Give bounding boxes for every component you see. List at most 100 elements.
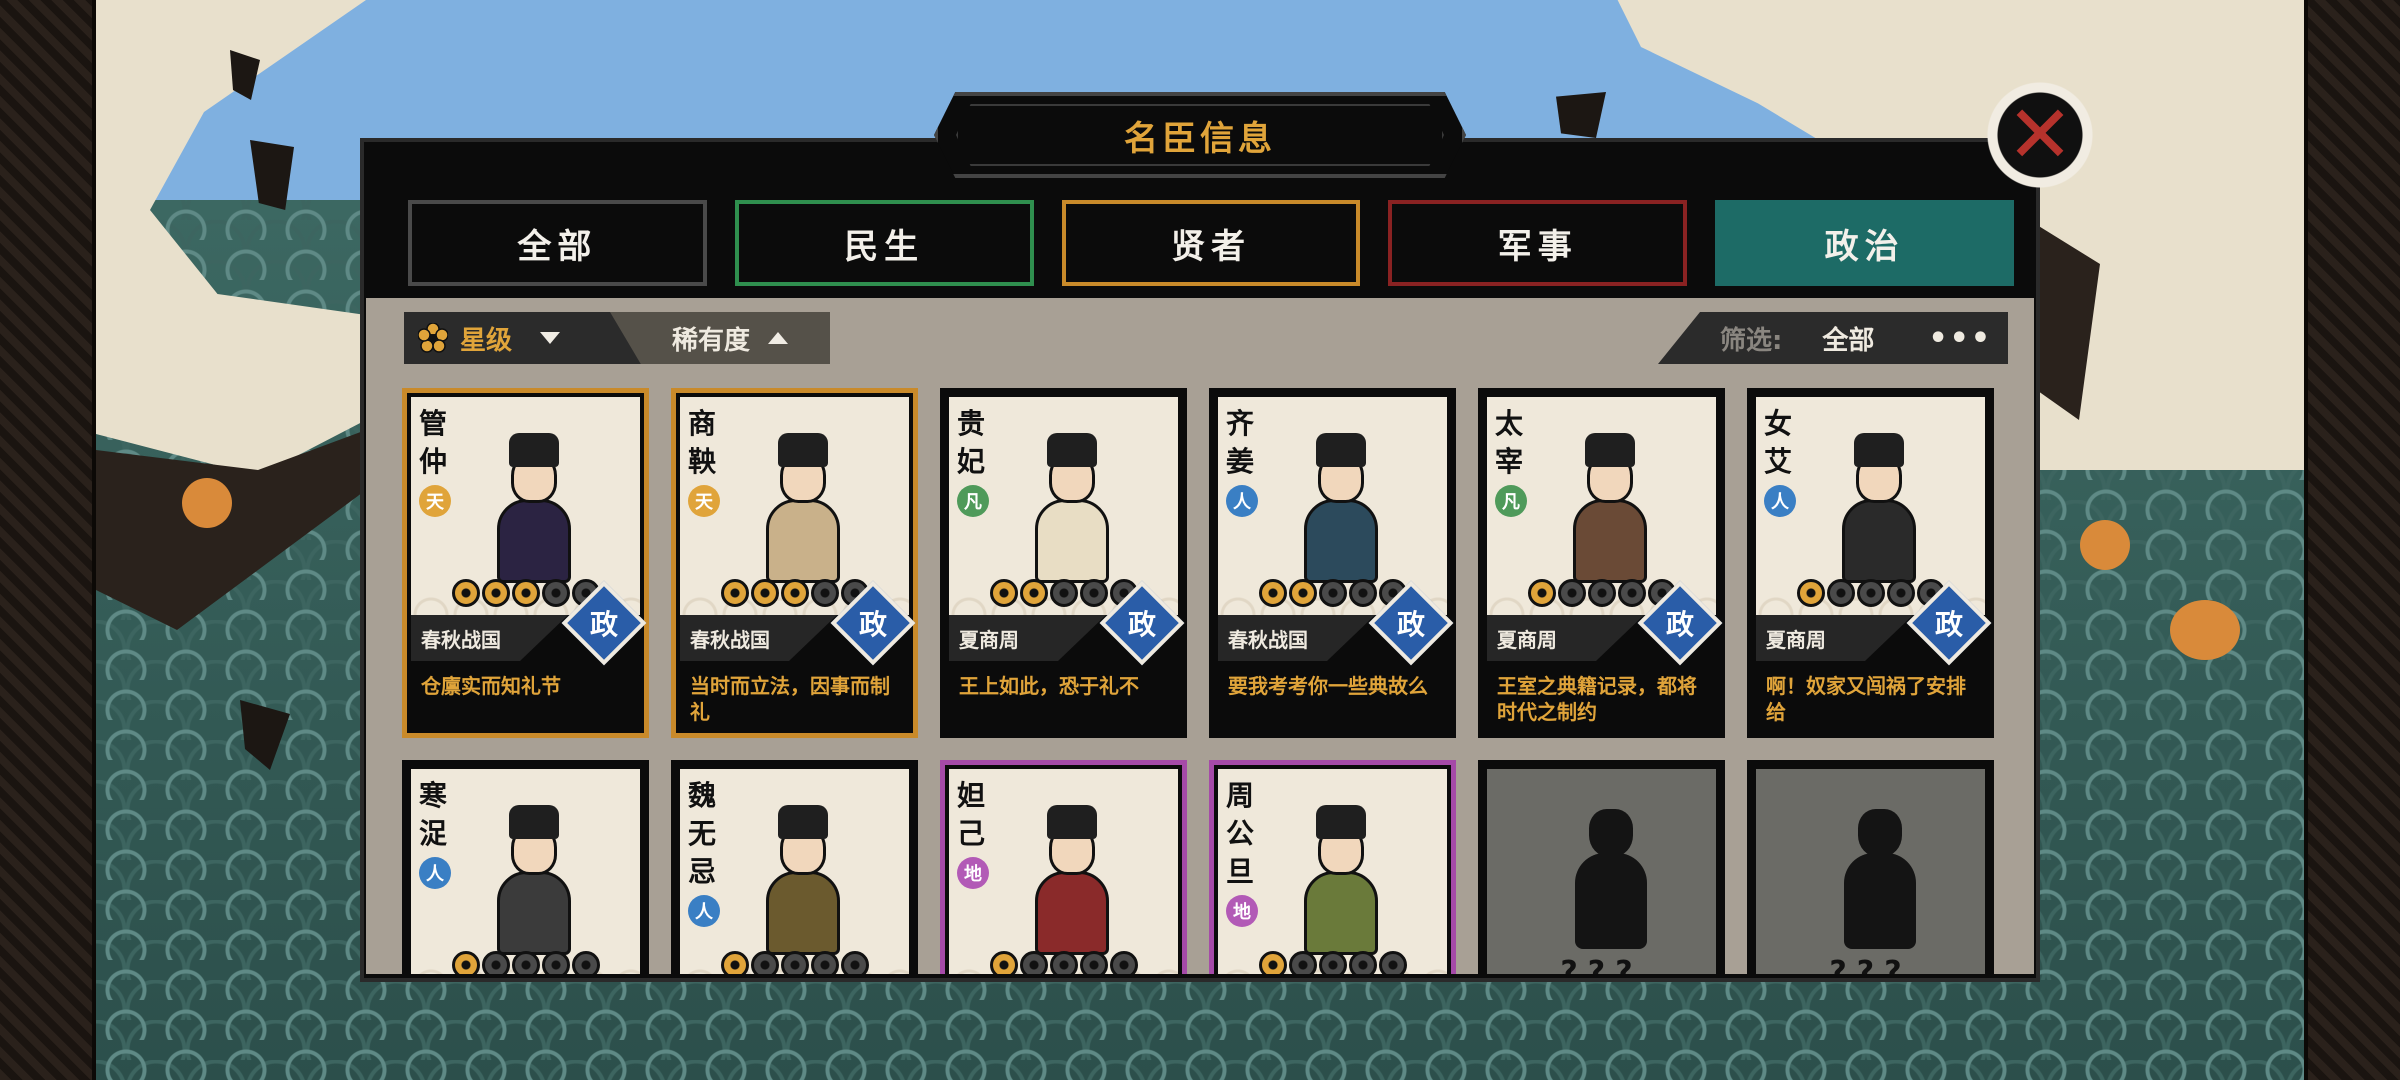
star-empty-icon <box>571 951 600 974</box>
star-empty-icon <box>1049 951 1078 974</box>
autumn-tree <box>2080 520 2130 570</box>
rank-badge: 人 <box>1226 485 1258 517</box>
minister-quote: 啊！奴家又闯祸了安排给 <box>1766 674 1966 724</box>
tab-politics[interactable]: 政治 <box>1715 200 2014 286</box>
star-empty-icon <box>750 951 779 974</box>
star-filled-icon <box>451 579 480 607</box>
minister-card[interactable]: 管仲天春秋战国 政仓廪实而知礼节 <box>402 388 649 738</box>
era-label: 春秋战国 <box>690 627 770 652</box>
star-empty-icon <box>810 579 839 607</box>
star-empty-icon <box>810 951 839 974</box>
unknown-name: ??? <box>1829 955 1912 974</box>
card-portrait: ??? <box>1487 769 1716 974</box>
sort-rarity-label: 稀有度 <box>671 325 750 356</box>
rank-badge: 地 <box>957 857 989 889</box>
flower-icon <box>418 323 448 353</box>
politics-badge-label: 政 <box>858 607 888 641</box>
rank-badge: 凡 <box>957 485 989 517</box>
close-x-icon: ✕ <box>2006 88 2074 181</box>
star-empty-icon <box>840 951 869 974</box>
card-portrait: 寒浞人 <box>411 769 640 974</box>
minister-portrait-icon <box>758 433 848 583</box>
minister-portrait-icon <box>758 805 848 955</box>
politics-badge-label: 政 <box>1665 607 1695 641</box>
rank-badge: 人 <box>419 857 451 889</box>
minister-card[interactable]: 商鞅天春秋战国 政当时而立法，因事而制礼 <box>671 388 918 738</box>
era-label: 夏商周 <box>1766 627 1826 652</box>
minister-quote: 要我考考你一些典故么 <box>1228 674 1428 698</box>
star-empty-icon <box>1856 579 1885 607</box>
star-empty-icon <box>1318 579 1347 607</box>
star-filled-icon <box>1019 579 1048 607</box>
star-filled-icon <box>511 579 540 607</box>
politics-badge-label: 政 <box>1396 607 1426 641</box>
star-filled-icon <box>720 579 749 607</box>
unknown-silhouette-icon <box>1575 809 1647 949</box>
triangle-up-icon <box>768 332 788 344</box>
star-empty-icon <box>1378 951 1407 974</box>
rank-badge: 人 <box>688 895 720 927</box>
card-portrait: 周公旦地 <box>1218 769 1447 974</box>
rank-badge: 天 <box>419 485 451 517</box>
sort-by-rarity-button[interactable]: 稀有度 <box>610 312 830 364</box>
star-filled-icon <box>481 579 510 607</box>
minister-card[interactable]: 寒浞人 <box>402 760 649 974</box>
star-filled-icon <box>1527 579 1556 607</box>
star-empty-icon <box>1886 579 1915 607</box>
minister-portrait-icon <box>489 433 579 583</box>
minister-card[interactable]: 妲己地 <box>940 760 1187 974</box>
star-empty-icon <box>1587 579 1616 607</box>
minister-card[interactable]: 周公旦地 <box>1209 760 1456 974</box>
minister-name: 寒浞 <box>419 779 448 850</box>
minister-card[interactable]: 齐姜人春秋战国 政要我考考你一些典故么 <box>1209 388 1456 738</box>
triangle-down-icon <box>540 332 561 344</box>
filter-value: 全部 <box>1822 325 1875 356</box>
card-portrait: 妲己地 <box>949 769 1178 974</box>
minister-card[interactable]: 太宰凡夏商周 政王室之典籍记录，都将时代之制约 <box>1478 388 1725 738</box>
tab-all[interactable]: 全部 <box>408 200 707 286</box>
rank-badge: 天 <box>688 485 720 517</box>
decorative-frame-right <box>2304 0 2400 1080</box>
locked-minister-card[interactable]: ??? <box>1747 760 1994 974</box>
star-filled-icon <box>1258 951 1287 974</box>
tab-sage[interactable]: 贤者 <box>1061 200 1361 286</box>
unknown-silhouette-icon <box>1844 809 1916 949</box>
card-portrait: 魏无忌人 <box>680 769 909 974</box>
star-empty-icon <box>541 951 570 974</box>
star-empty-icon <box>1318 951 1347 974</box>
minister-card[interactable]: 女艾人夏商周 政啊！奴家又闯祸了安排给 <box>1747 388 1994 738</box>
unknown-name: ??? <box>1560 955 1643 974</box>
close-button[interactable]: ✕ <box>1966 70 2114 200</box>
star-empty-icon <box>780 951 809 974</box>
star-empty-icon <box>1079 951 1108 974</box>
filter-label: 筛选: <box>1720 325 1783 356</box>
politics-badge-label: 政 <box>589 607 619 641</box>
era-label: 春秋战国 <box>421 627 501 652</box>
minister-card[interactable]: 贵妃凡夏商周 政王上如此，恐于礼不 <box>940 388 1187 738</box>
star-filled-icon <box>989 579 1018 607</box>
star-empty-icon <box>1019 951 1048 974</box>
star-empty-icon <box>511 951 540 974</box>
star-filled-icon <box>1258 579 1287 607</box>
star-rating <box>945 951 1182 974</box>
star-rating <box>1214 951 1451 974</box>
filter-dropdown[interactable]: 筛选: 全部 ••• <box>1658 312 2008 364</box>
minister-name: 周公旦 <box>1226 779 1255 888</box>
sort-by-star-button[interactable]: 星级 <box>404 312 644 364</box>
star-rating <box>676 951 913 974</box>
minister-portrait-icon <box>1296 433 1386 583</box>
star-filled-icon <box>720 951 749 974</box>
minister-name: 妲己 <box>957 779 986 850</box>
more-dots-icon[interactable]: ••• <box>1928 321 1992 356</box>
minister-list-area[interactable]: 星级 稀有度 筛选: 全部 ••• 管仲天春秋战国 政仓廪实而知礼节 商鞅天春秋战国… <box>366 298 2034 974</box>
sort-star-label: 星级 <box>460 325 513 356</box>
tab-livelihood[interactable]: 民生 <box>734 200 1034 286</box>
star-empty-icon <box>1348 951 1377 974</box>
star-filled-icon <box>989 951 1018 974</box>
star-empty-icon <box>1079 579 1108 607</box>
autumn-tree <box>182 478 232 528</box>
star-filled-icon <box>780 579 809 607</box>
tab-military[interactable]: 军事 <box>1388 200 1688 286</box>
locked-minister-card[interactable]: ??? <box>1478 760 1725 974</box>
minister-card[interactable]: 魏无忌人 <box>671 760 918 974</box>
